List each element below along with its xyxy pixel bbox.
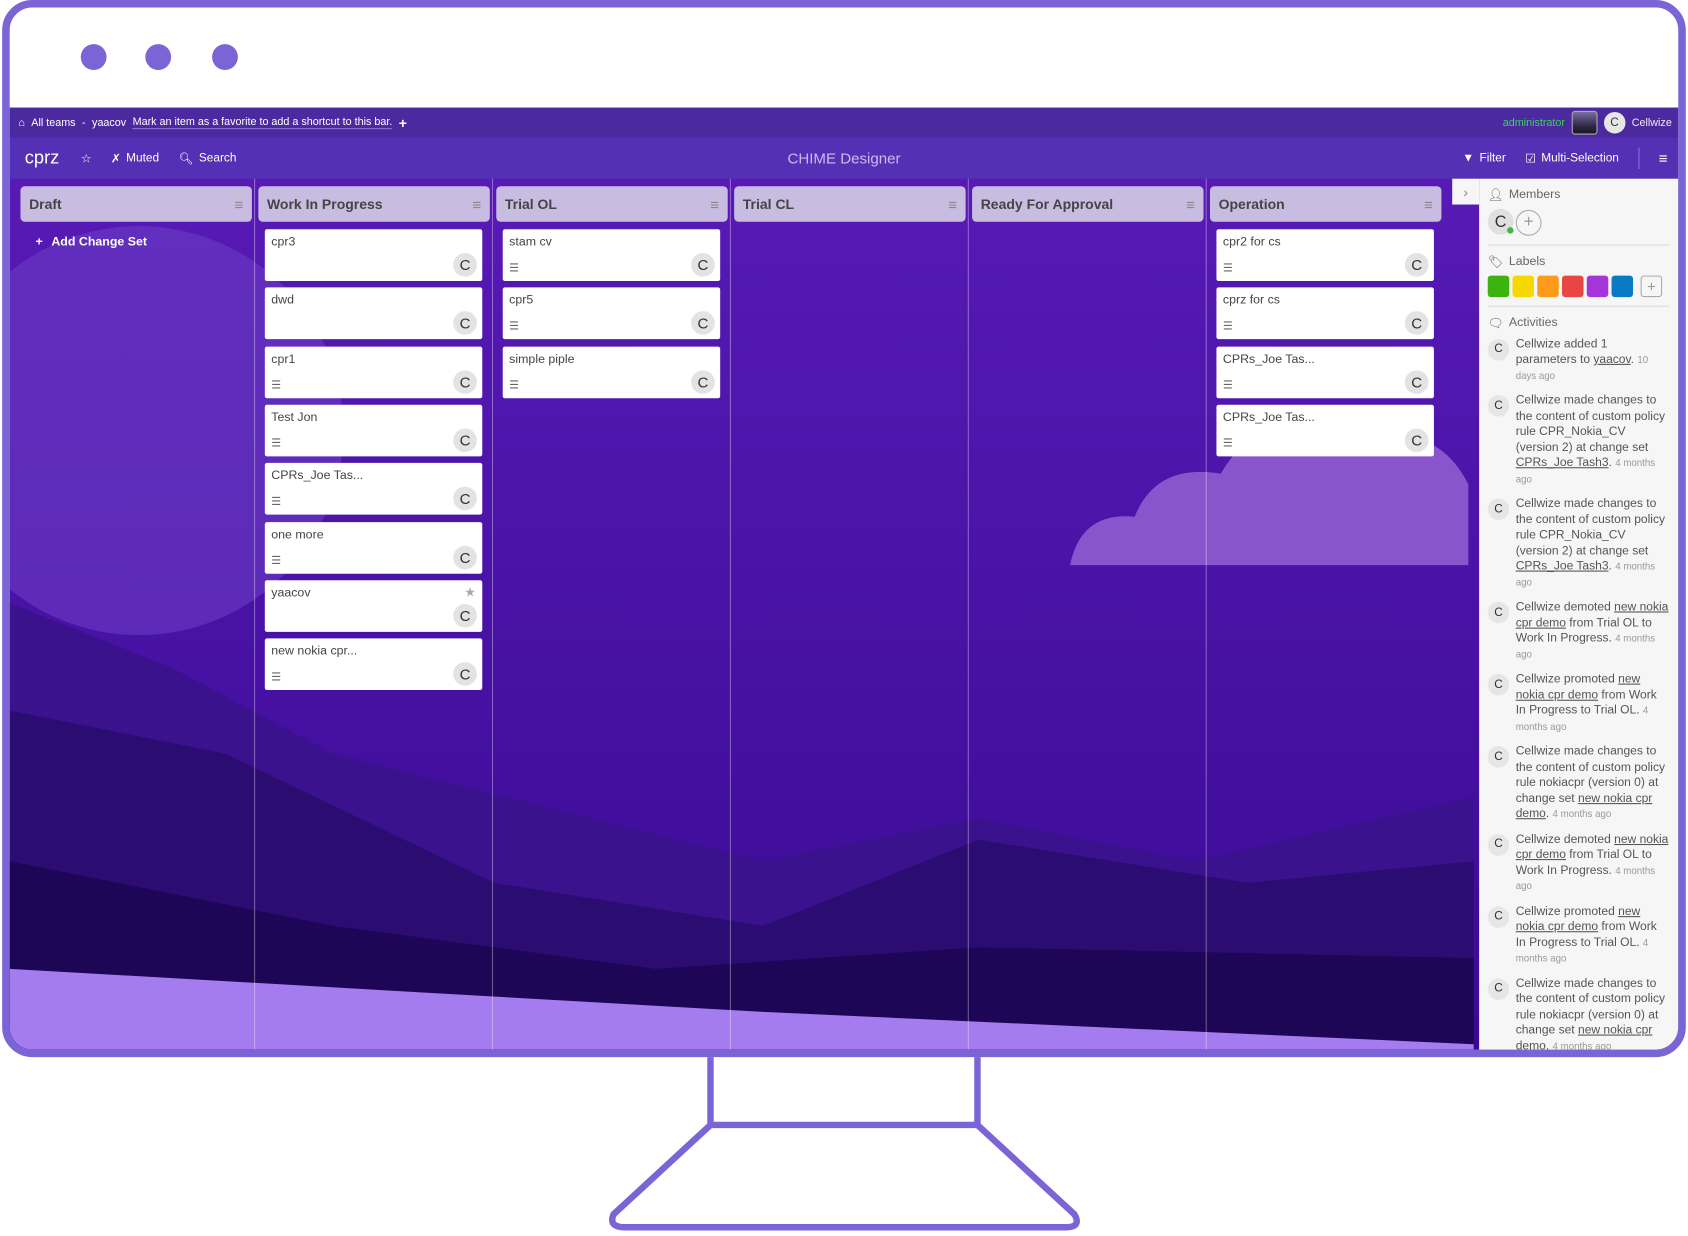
monitor-stand	[609, 1057, 1080, 1231]
